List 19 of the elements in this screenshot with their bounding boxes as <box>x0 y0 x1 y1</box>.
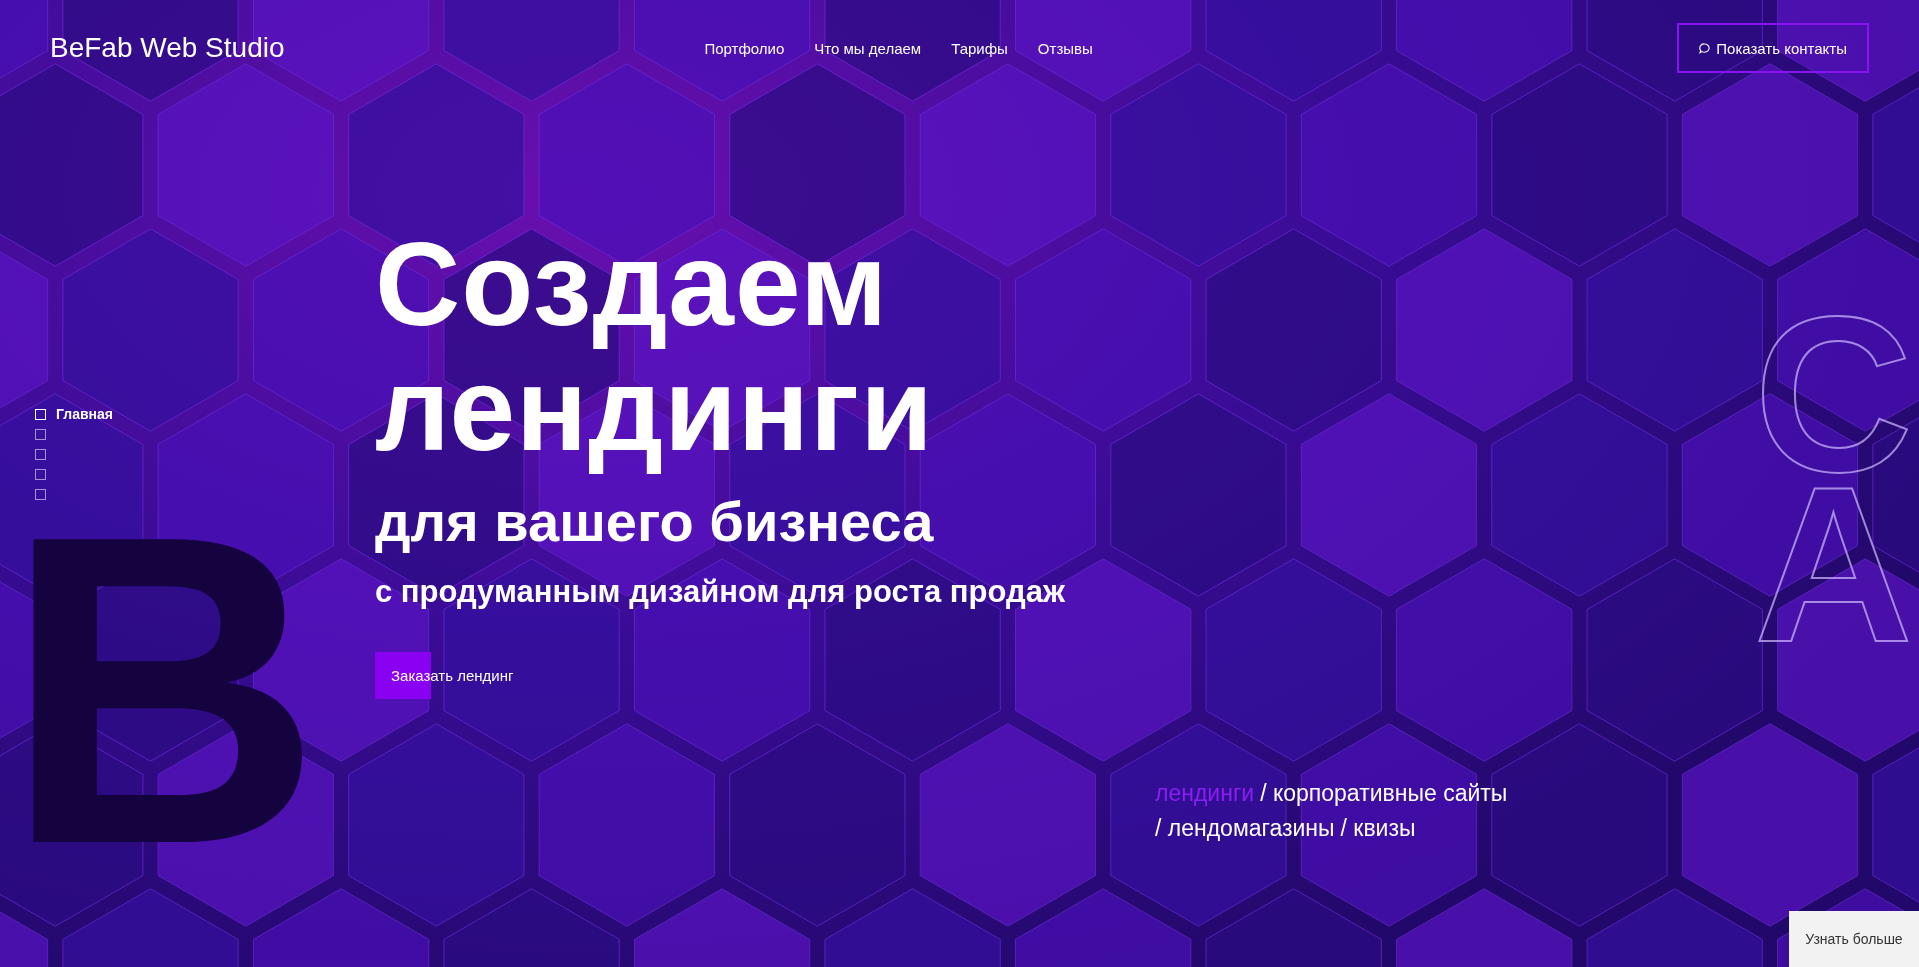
nav-square[interactable] <box>35 408 46 420</box>
logo[interactable]: BeFab Web Studio <box>50 32 410 64</box>
service-link[interactable]: / корпоративные сайты <box>1260 780 1508 807</box>
decorative-letter: B <box>4 520 322 860</box>
nav-link[interactable]: Портфолио <box>704 39 785 57</box>
hero-tagline: с продуманным дизайном для роста продаж <box>375 574 1065 610</box>
hero-subtitle: для вашего бизнеса <box>375 490 935 554</box>
outlined-letter: A <box>1754 480 1913 650</box>
nav-link[interactable]: Что мы делаем <box>814 39 922 57</box>
chat-bubble-icon <box>1699 42 1711 54</box>
outlined-letter: C <box>1754 310 1913 480</box>
contacts-button[interactable]: Показать контакты <box>1677 23 1869 73</box>
service-link[interactable]: / квизы <box>1340 815 1416 842</box>
learn-more-button[interactable]: Узнать больше <box>1789 911 1919 967</box>
service-link[interactable]: / лендомагазины <box>1155 815 1335 842</box>
side-nav-label[interactable]: Главная <box>56 406 113 422</box>
hero-title: Создаем лендинги <box>375 222 935 472</box>
nav-link[interactable]: Тарифы <box>951 39 1008 57</box>
nav-link[interactable]: Отзывы <box>1037 39 1093 57</box>
